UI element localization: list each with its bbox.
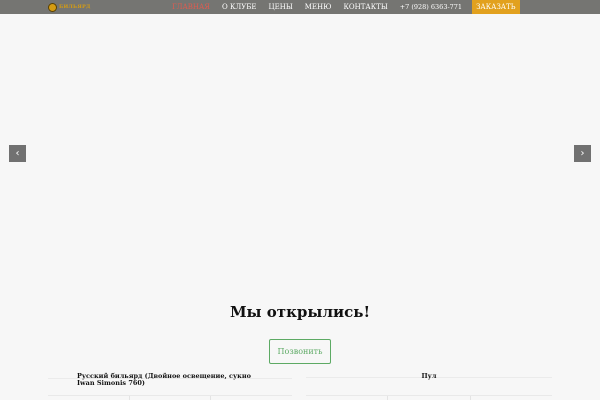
logo-text: БИЛЬЯРД [59, 4, 91, 10]
nav-item-home[interactable]: ГЛАВНАЯ [172, 0, 210, 14]
top-navbar: БИЛЬЯРД ГЛАВНАЯ О КЛУБЕ ЦЕНЫ МЕНЮ КОНТАК… [0, 0, 600, 14]
table-header-cell [469, 396, 552, 400]
table-header-cell [387, 396, 469, 400]
order-button[interactable]: ЗАКАЗАТЬ [472, 0, 520, 14]
chevron-right-icon: › [580, 147, 585, 159]
hero-title: Мы открылись! [229, 303, 371, 321]
table-header-cell [48, 396, 129, 400]
site-logo[interactable]: БИЛЬЯРД [48, 2, 91, 12]
table-header-row [48, 396, 292, 400]
table-header-cell [128, 396, 211, 400]
main-nav: ГЛАВНАЯ О КЛУБЕ ЦЕНЫ МЕНЮ КОНТАКТЫ +7 (9… [172, 0, 520, 14]
slider-next-button[interactable]: › [574, 145, 591, 162]
price-tables: Русский бильярд (Двойное освещение, сукн… [0, 370, 600, 400]
slider-prev-button[interactable]: ‹ [9, 145, 26, 162]
call-button[interactable]: Позвонить [269, 339, 331, 364]
nav-item-prices[interactable]: ЦЕНЫ [269, 0, 293, 14]
table-header-cell [210, 396, 292, 400]
price-table-pool: Пул [306, 370, 552, 400]
phone-link[interactable]: +7 (928) 6363-771 [400, 0, 462, 14]
billiard-ball-icon [48, 2, 57, 12]
nav-item-about[interactable]: О КЛУБЕ [222, 0, 257, 14]
chevron-left-icon: ‹ [15, 147, 20, 159]
hero-slider: ‹ › [0, 14, 600, 294]
table-title: Пул [421, 372, 437, 380]
nav-item-contacts[interactable]: КОНТАКТЫ [344, 0, 388, 14]
table-title: Русский бильярд (Двойное освещение, сукн… [77, 372, 251, 387]
price-table-russian: Русский бильярд (Двойное освещение, сукн… [48, 370, 292, 400]
nav-item-menu[interactable]: МЕНЮ [305, 0, 332, 14]
table-header-cell [306, 396, 387, 400]
table-header-row [306, 396, 552, 400]
